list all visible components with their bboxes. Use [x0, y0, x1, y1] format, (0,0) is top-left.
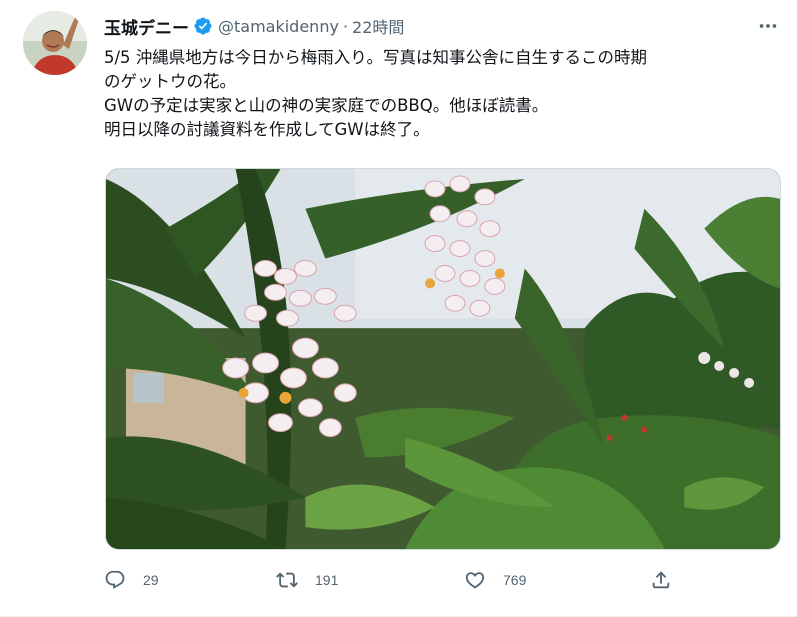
tweet-text-line: のゲットウの花。	[104, 72, 236, 91]
author-handle[interactable]: @tamakidenny	[218, 17, 339, 36]
share-button[interactable]	[650, 566, 672, 594]
tweet-photo[interactable]	[105, 168, 781, 550]
reply-icon	[105, 570, 125, 589]
like-count: 769	[503, 572, 527, 588]
tweet-text: 5/5 沖縄県地方は今日から梅雨入り。写真は知事公舎に自生するこの時期 のゲット…	[104, 46, 784, 142]
retweet-count: 191	[315, 572, 339, 588]
tweet-text-line: 5/5 沖縄県地方は今日から梅雨入り。写真は知事公舎に自生するこの時期	[104, 48, 647, 67]
retweet-button[interactable]: 191	[276, 566, 338, 594]
tweet-text-line: GWの予定は実家と山の神の実家庭でのBBQ。他ほぼ読書。	[104, 96, 549, 115]
tweet-actions: 29 191 769	[104, 566, 784, 594]
heart-icon	[465, 572, 485, 589]
reply-count: 29	[143, 572, 159, 588]
more-dots-icon	[759, 24, 777, 28]
retweet-icon	[276, 572, 298, 588]
like-button[interactable]: 769	[464, 566, 526, 594]
author-name[interactable]: 玉城デニー	[104, 14, 189, 39]
tweet-header: 玉城デニー @tamakidenny · 22時間	[104, 13, 404, 39]
avatar[interactable]	[23, 11, 87, 75]
tweet-text-line: 明日以降の討議資料を作成してGWは終了。	[104, 120, 430, 139]
reply-button[interactable]: 29	[104, 566, 159, 594]
tweet-timestamp[interactable]: 22時間	[352, 14, 404, 38]
verified-badge-icon	[193, 16, 213, 36]
share-icon	[652, 571, 670, 589]
tweet-card[interactable]: 玉城デニー @tamakidenny · 22時間 5/5 沖縄県地方は今日から…	[0, 0, 797, 617]
more-options-button[interactable]	[755, 14, 781, 38]
header-separator: ·	[342, 16, 349, 36]
